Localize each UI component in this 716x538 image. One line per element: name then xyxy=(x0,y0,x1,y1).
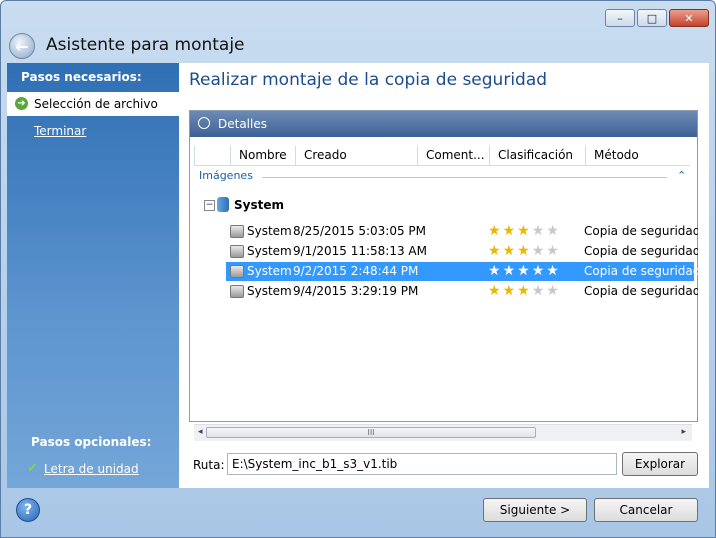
path-label: Ruta: xyxy=(193,458,225,472)
star-filled-icon[interactable]: ★ xyxy=(488,223,503,239)
column-header-created[interactable]: Creado xyxy=(295,146,417,165)
column-header-name[interactable]: Nombre xyxy=(230,146,295,165)
path-input[interactable]: E:\System_inc_b1_s3_v1.tib xyxy=(227,453,617,475)
column-header-blank[interactable] xyxy=(194,146,230,165)
horizontal-scrollbar[interactable]: ◂ III ▸ xyxy=(194,424,692,441)
title-bar: – □ ✕ ← Asistente para montaje xyxy=(1,1,715,63)
star-empty-icon[interactable]: ★ xyxy=(532,243,547,259)
scrollbar-thumb[interactable]: III xyxy=(206,427,536,438)
group-divider xyxy=(262,177,667,178)
collapse-group-icon[interactable]: ⌃ xyxy=(677,169,686,182)
star-filled-icon[interactable]: ★ xyxy=(517,223,532,239)
star-empty-icon[interactable]: ★ xyxy=(546,223,561,239)
disk-backup-icon xyxy=(230,265,244,278)
backup-name: System xyxy=(247,284,292,298)
details-panel: Detalles Nombre Creado Coment... Clasifi… xyxy=(189,110,698,441)
star-filled-icon[interactable]: ★ xyxy=(517,283,532,299)
backup-name: System xyxy=(247,224,292,238)
column-header-rating[interactable]: Clasificación xyxy=(489,146,585,165)
backup-name: System xyxy=(247,264,292,278)
step-file-selection-label: Selección de archivo xyxy=(34,97,158,111)
step-file-selection[interactable]: ➔ Selección de archivo xyxy=(7,92,179,116)
maximize-button[interactable]: □ xyxy=(637,9,667,27)
star-filled-icon[interactable]: ★ xyxy=(517,243,532,259)
details-label: Detalles xyxy=(218,117,267,131)
star-empty-icon[interactable]: ★ xyxy=(532,223,547,239)
next-button[interactable]: Siguiente > xyxy=(483,498,587,522)
backup-row[interactable]: System 9/1/2015 11:58:13 AM ★★★★★ Copia de … xyxy=(226,242,698,261)
backup-method: Copia de seguridad ir xyxy=(584,284,698,298)
column-header-row: Nombre Creado Coment... Clasificación Mé… xyxy=(194,146,690,166)
tree-node-label: System xyxy=(234,198,284,212)
star-filled-icon[interactable]: ★ xyxy=(532,263,547,279)
backup-row[interactable]: System 9/2/2015 2:48:44 PM ★★★★★ Copia de s… xyxy=(226,262,698,281)
browse-button[interactable]: Explorar xyxy=(622,452,698,476)
star-filled-icon[interactable]: ★ xyxy=(503,243,518,259)
rating-stars[interactable]: ★★★★★ xyxy=(488,222,561,241)
star-filled-icon[interactable]: ★ xyxy=(517,263,532,279)
step-finish-link[interactable]: Terminar xyxy=(34,124,86,138)
page-title: Realizar montaje de la copia de segurida… xyxy=(189,70,548,90)
backup-created: 9/4/2015 3:29:19 PM xyxy=(293,284,419,298)
step-drive-letter-link[interactable]: Letra de unidad xyxy=(44,462,139,476)
help-icon[interactable]: ? xyxy=(16,498,40,522)
backup-archive-icon xyxy=(217,197,229,212)
close-button[interactable]: ✕ xyxy=(669,9,709,27)
scroll-left-icon[interactable]: ◂ xyxy=(198,427,203,437)
required-steps-heading: Pasos necesarios: xyxy=(21,70,142,84)
star-filled-icon[interactable]: ★ xyxy=(546,263,561,279)
cancel-button[interactable]: Cancelar xyxy=(594,498,698,522)
star-empty-icon[interactable]: ★ xyxy=(532,283,547,299)
backup-method: Copia de seguridad c xyxy=(584,224,698,238)
mount-wizard-window: – □ ✕ ← Asistente para montaje Pasos nec… xyxy=(0,0,716,538)
star-filled-icon[interactable]: ★ xyxy=(503,263,518,279)
star-empty-icon[interactable]: ★ xyxy=(546,243,561,259)
disk-backup-icon xyxy=(230,225,244,238)
minimize-button[interactable]: – xyxy=(605,9,635,27)
backup-created: 9/1/2015 11:58:13 AM xyxy=(293,244,427,258)
column-header-method[interactable]: Método xyxy=(585,146,690,165)
disk-backup-icon xyxy=(230,285,244,298)
scroll-right-icon[interactable]: ▸ xyxy=(681,427,686,437)
collapse-toggle-icon[interactable]: − xyxy=(204,200,215,211)
star-filled-icon[interactable]: ★ xyxy=(488,243,503,259)
column-header-comment[interactable]: Coment... xyxy=(417,146,489,165)
checkmark-icon: ✔ xyxy=(27,461,38,476)
star-empty-icon[interactable]: ★ xyxy=(546,283,561,299)
star-filled-icon[interactable]: ★ xyxy=(503,223,518,239)
backup-name: System xyxy=(247,244,292,258)
rating-stars[interactable]: ★★★★★ xyxy=(488,282,561,301)
steps-sidebar: Pasos necesarios: ➔ Selección de archivo… xyxy=(7,63,179,488)
rating-stars[interactable]: ★★★★★ xyxy=(488,242,561,261)
star-filled-icon[interactable]: ★ xyxy=(503,283,518,299)
backup-method: Copia de seguridad ir xyxy=(584,264,698,278)
disk-backup-icon xyxy=(230,245,244,258)
magnifier-icon xyxy=(198,117,210,129)
arrow-right-icon: ➔ xyxy=(15,97,28,110)
window-title: Asistente para montaje xyxy=(46,35,245,55)
group-images-label: Imágenes xyxy=(199,169,253,182)
optional-steps-heading: Pasos opcionales: xyxy=(31,435,152,449)
backup-method: Copia de seguridad ir xyxy=(584,244,698,258)
back-arrow-icon[interactable]: ← xyxy=(9,33,35,59)
star-filled-icon[interactable]: ★ xyxy=(488,283,503,299)
backup-created: 9/2/2015 2:48:44 PM xyxy=(293,264,419,278)
backup-row[interactable]: System 8/25/2015 5:03:05 PM ★★★★★ Copia de … xyxy=(226,222,698,241)
details-header: Detalles xyxy=(190,111,697,137)
backup-row[interactable]: System 9/4/2015 3:29:19 PM ★★★★★ Copia de s… xyxy=(226,282,698,301)
main-panel: Realizar montaje de la copia de segurida… xyxy=(179,63,709,488)
backup-created: 8/25/2015 5:03:05 PM xyxy=(293,224,427,238)
rating-stars[interactable]: ★★★★★ xyxy=(488,262,561,281)
footer-bar: ? Siguiente > Cancelar xyxy=(1,488,715,537)
star-filled-icon[interactable]: ★ xyxy=(488,263,503,279)
